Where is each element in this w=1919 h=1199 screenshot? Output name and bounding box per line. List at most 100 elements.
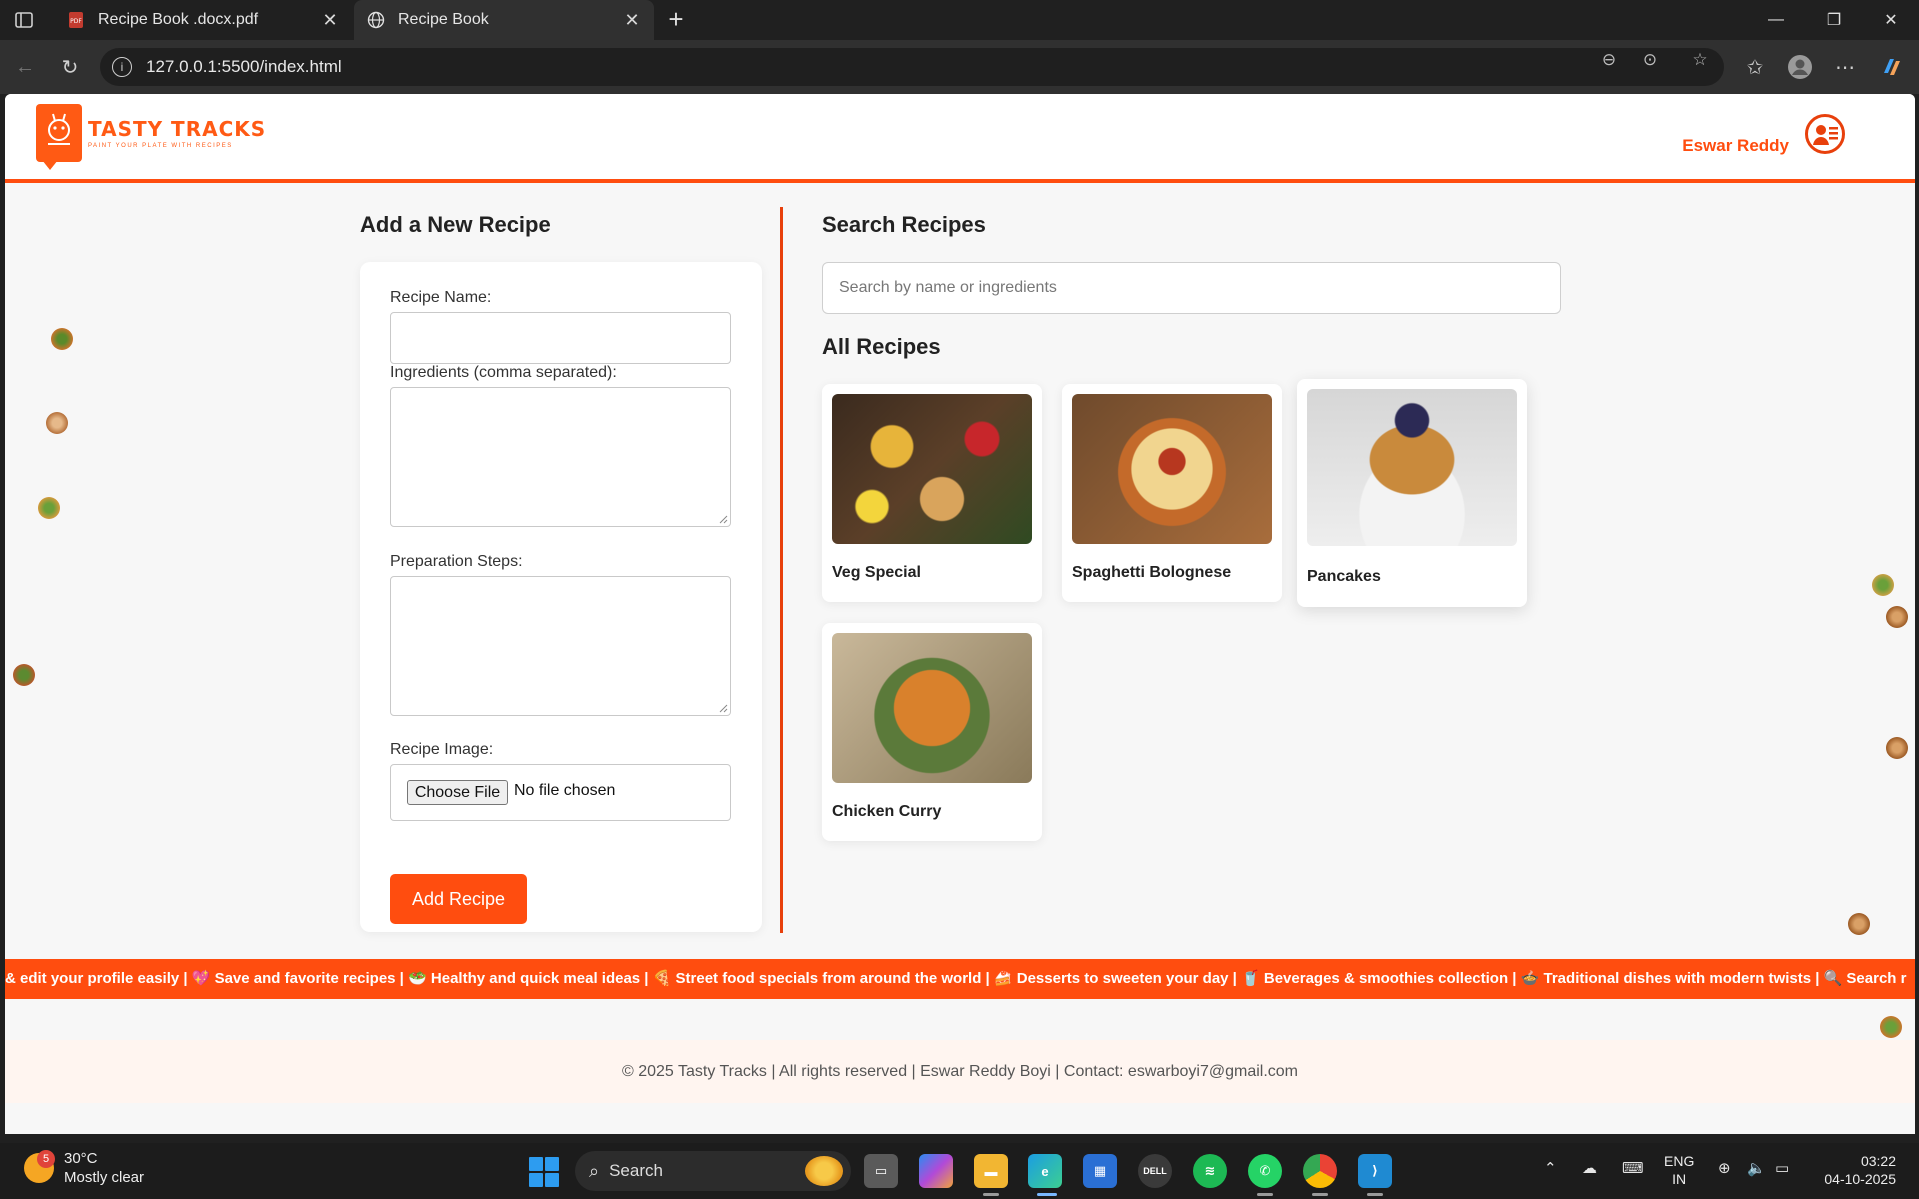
task-view-icon[interactable]: ▭ — [864, 1154, 898, 1188]
vscode-icon[interactable]: ⟩ — [1358, 1154, 1392, 1188]
store-icon[interactable]: ▦ — [1083, 1154, 1117, 1188]
column-divider — [780, 207, 783, 933]
ingredients-label: Ingredients (comma separated): — [390, 364, 617, 381]
reload-icon[interactable]: ↻ — [55, 52, 85, 82]
address-bar[interactable]: i 127.0.0.1:5500/index.html — [100, 48, 1724, 86]
logo-badge — [36, 104, 82, 170]
logo-name: TASTY TRACKS — [88, 117, 267, 141]
recipe-photo — [832, 394, 1032, 544]
date: 04-10-2025 — [1824, 1171, 1896, 1187]
tab-recipe-book[interactable]: Recipe Book ✕ — [354, 0, 654, 40]
region-code: IN — [1672, 1171, 1687, 1187]
spotify-icon[interactable]: ≋ — [1193, 1154, 1227, 1188]
steps-label: Preparation Steps: — [390, 553, 523, 570]
url-text[interactable]: 127.0.0.1:5500/index.html — [146, 57, 342, 77]
file-status: No file chosen — [514, 782, 616, 799]
search-label: Search — [609, 1161, 663, 1180]
edge-icon[interactable]: e — [1028, 1154, 1062, 1188]
keyboard-icon[interactable]: ⌨ — [1622, 1159, 1644, 1177]
site-logo[interactable]: TASTY TRACKS PAINT YOUR PLATE WITH RECIP… — [36, 104, 267, 170]
address-bar-row: ← ↻ i 127.0.0.1:5500/index.html ⊖ ⊙ ☆ ✩ … — [0, 40, 1919, 94]
favorites-icon[interactable]: ✩ — [1740, 52, 1770, 82]
weather-widget[interactable]: 5 30°C Mostly clear — [24, 1149, 144, 1187]
close-icon[interactable]: ✕ — [622, 10, 642, 31]
tab-recipe-book-pdf[interactable]: PDF Recipe Book .docx.pdf ✕ — [54, 0, 352, 40]
food-sticker-icon — [1880, 1016, 1902, 1038]
recipe-card[interactable]: Veg Special — [822, 384, 1042, 602]
svg-text:PDF: PDF — [70, 18, 82, 25]
globe-icon — [366, 10, 386, 30]
back-icon[interactable]: ← — [10, 52, 40, 82]
start-icon[interactable] — [529, 1157, 559, 1187]
sidebar-toggle-icon[interactable] — [8, 8, 40, 32]
zoom-out-icon[interactable]: ⊖ — [1598, 49, 1620, 71]
logo-tagline: PAINT YOUR PLATE WITH RECIPES — [88, 143, 233, 149]
all-recipes-heading: All Recipes — [822, 334, 941, 359]
choose-file-button[interactable]: Choose File — [407, 780, 508, 805]
minimize-icon[interactable]: — — [1748, 0, 1804, 40]
pdf-icon: PDF — [66, 10, 86, 30]
recipe-name-input[interactable] — [390, 312, 731, 364]
search-highlight-icon — [805, 1156, 843, 1186]
restore-icon[interactable]: ❐ — [1806, 0, 1862, 40]
food-sticker-icon — [13, 664, 35, 686]
weather-condition: Mostly clear — [64, 1169, 145, 1186]
window-close-icon[interactable]: ✕ — [1863, 0, 1919, 40]
notification-badge: 5 — [37, 1150, 55, 1168]
steps-textarea[interactable] — [390, 576, 731, 716]
info-icon[interactable]: i — [112, 57, 132, 77]
language-code: ENG — [1664, 1153, 1695, 1169]
whatsapp-icon[interactable]: ✆ — [1248, 1154, 1282, 1188]
browser-tab-bar: PDF Recipe Book .docx.pdf ✕ Recipe Book … — [0, 0, 1919, 40]
recipe-card[interactable]: Spaghetti Bolognese — [1062, 384, 1282, 602]
temperature: 30°C — [64, 1150, 98, 1167]
new-tab-icon[interactable]: + — [662, 6, 690, 34]
page-viewport: TASTY TRACKS PAINT YOUR PLATE WITH RECIP… — [5, 94, 1915, 1134]
reading-mode-icon[interactable]: ⊙ — [1639, 49, 1661, 71]
news-ticker: & edit your profile easily | 💖 Save and … — [5, 959, 1915, 999]
recipe-image-input: Choose File No file chosen — [390, 764, 731, 821]
taskbar: 5 30°C Mostly clear ⌕ Search ▭ ▬ e ▦ DEL… — [0, 1143, 1919, 1199]
form-heading: Add a New Recipe — [360, 212, 551, 237]
battery-icon[interactable]: ▭ — [1775, 1159, 1789, 1177]
food-sticker-icon — [1886, 606, 1908, 628]
dell-icon[interactable]: DELL — [1138, 1154, 1172, 1188]
copilot-app-icon[interactable] — [919, 1154, 953, 1188]
add-recipe-button[interactable]: Add Recipe — [390, 874, 527, 924]
search-input[interactable]: Search by name or ingredients — [822, 262, 1561, 314]
close-icon[interactable]: ✕ — [320, 10, 340, 31]
tab-title: Recipe Book — [398, 11, 489, 28]
site-header: TASTY TRACKS PAINT YOUR PLATE WITH RECIP… — [5, 94, 1915, 183]
chrome-icon[interactable] — [1303, 1154, 1337, 1188]
taskbar-search[interactable]: ⌕ Search — [575, 1151, 851, 1191]
ingredients-textarea[interactable] — [390, 387, 731, 527]
volume-icon[interactable]: 🔈 — [1747, 1159, 1766, 1177]
chevron-up-icon[interactable]: ⌃ — [1544, 1159, 1557, 1177]
user-avatar-icon[interactable] — [1805, 114, 1845, 154]
favorite-star-icon[interactable]: ☆ — [1689, 49, 1711, 71]
network-icon[interactable]: ⊕ — [1718, 1159, 1731, 1177]
user-name[interactable]: Eswar Reddy — [1682, 136, 1789, 156]
site-footer: © 2025 Tasty Tracks | All rights reserve… — [5, 1040, 1915, 1103]
onedrive-icon[interactable]: ☁ — [1582, 1159, 1597, 1177]
food-sticker-icon — [38, 497, 60, 519]
food-sticker-icon — [51, 328, 73, 350]
copilot-icon[interactable] — [1877, 52, 1907, 82]
recipe-card[interactable]: Pancakes — [1297, 379, 1527, 607]
tab-title: Recipe Book .docx.pdf — [98, 11, 259, 28]
language-indicator[interactable]: ENG IN — [1664, 1152, 1694, 1188]
recipe-title: Chicken Curry — [832, 803, 942, 820]
resize-handle-icon — [719, 515, 728, 524]
profile-icon[interactable] — [1785, 52, 1815, 82]
more-menu-icon[interactable]: ⋯ — [1830, 52, 1860, 82]
recipe-photo — [1307, 389, 1517, 546]
clock[interactable]: 03:22 04-10-2025 — [1818, 1152, 1896, 1188]
search-heading: Search Recipes — [822, 212, 986, 237]
time: 03:22 — [1860, 1153, 1896, 1169]
recipe-title: Spaghetti Bolognese — [1072, 564, 1232, 581]
add-recipe-form: Recipe Name: Ingredients (comma separate… — [360, 262, 762, 932]
food-sticker-icon — [1848, 913, 1870, 935]
file-explorer-icon[interactable]: ▬ — [974, 1154, 1008, 1188]
search-icon: ⌕ — [589, 1160, 600, 1181]
recipe-card[interactable]: Chicken Curry — [822, 623, 1042, 841]
